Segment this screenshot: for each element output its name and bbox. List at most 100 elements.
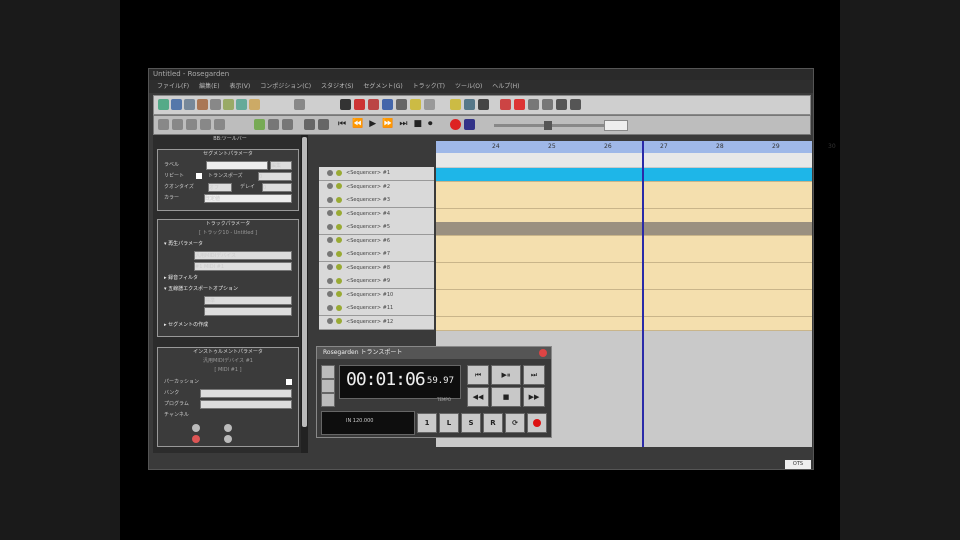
mixer-icon[interactable] xyxy=(500,99,511,110)
record-icon[interactable] xyxy=(336,291,342,297)
undo-icon[interactable] xyxy=(197,99,208,110)
matrix-icon[interactable] xyxy=(450,99,461,110)
zoom-slider-handle[interactable] xyxy=(544,121,552,130)
save-icon[interactable] xyxy=(184,99,195,110)
bar-ruler[interactable]: 24 25 26 27 28 29 30 xyxy=(436,141,836,153)
move-icon[interactable] xyxy=(382,99,393,110)
mute-icon[interactable] xyxy=(327,291,333,297)
rewind-button[interactable]: ◀◀ xyxy=(467,387,489,407)
resize-icon[interactable] xyxy=(396,99,407,110)
segment[interactable] xyxy=(436,276,812,290)
mute-icon[interactable] xyxy=(327,318,333,324)
play-button[interactable]: ▶⏸ xyxy=(491,365,521,385)
mute-icon[interactable] xyxy=(327,169,333,176)
record-icon[interactable] xyxy=(336,210,342,216)
segment[interactable] xyxy=(436,181,812,196)
record-icon[interactable] xyxy=(336,223,342,230)
segment[interactable] xyxy=(436,208,812,223)
zoom-icon[interactable] xyxy=(294,99,305,110)
staff-size-select[interactable]: 標準 xyxy=(204,296,292,305)
track-delete-icon[interactable] xyxy=(172,119,183,130)
plugin-icon[interactable] xyxy=(214,119,225,130)
track-row[interactable]: <Sequencer> #6 xyxy=(319,234,434,249)
panel-toggle-button[interactable] xyxy=(321,393,335,407)
eraser-icon[interactable] xyxy=(368,99,379,110)
track-row[interactable]: <Sequencer> #7 xyxy=(319,248,434,262)
mute-icon[interactable] xyxy=(327,264,333,270)
color-select[interactable]: 既定値 xyxy=(204,194,292,203)
loop-icon[interactable] xyxy=(282,119,293,130)
segment[interactable] xyxy=(436,303,812,317)
split-icon[interactable] xyxy=(410,99,421,110)
paste-icon[interactable] xyxy=(249,99,260,110)
open-icon[interactable] xyxy=(171,99,182,110)
mute-icon[interactable] xyxy=(327,223,333,230)
record-arm-icon[interactable] xyxy=(254,119,265,130)
copy-icon[interactable] xyxy=(236,99,247,110)
create-segment-toggle[interactable]: ▸ セグメントの作成 xyxy=(164,321,292,329)
segment[interactable] xyxy=(436,316,812,331)
record-icon[interactable] xyxy=(336,277,342,284)
mute-icon[interactable] xyxy=(318,119,329,130)
playback-position[interactable] xyxy=(642,141,644,447)
quantize-select[interactable]: オフ xyxy=(208,183,232,192)
time-display[interactable]: 00:01:06 59.97 xyxy=(339,365,461,399)
percussion-checkbox[interactable] xyxy=(286,379,292,385)
pencil-icon[interactable] xyxy=(354,99,365,110)
fast-forward-to-end-button[interactable]: ⏭ xyxy=(523,365,545,385)
record-icon[interactable] xyxy=(336,237,342,243)
menu-help[interactable]: ヘルプ(H) xyxy=(492,83,519,90)
transport-controls[interactable]: ⏮⏪▶⏩⏭■⏺ xyxy=(338,119,439,129)
track-row[interactable]: <Sequencer> #3 xyxy=(319,194,434,208)
studio-icon[interactable] xyxy=(570,99,581,110)
track-up-icon[interactable] xyxy=(186,119,197,130)
scrollbar-thumb[interactable] xyxy=(302,137,307,427)
record-button[interactable] xyxy=(527,413,547,433)
record-icon[interactable] xyxy=(336,250,342,257)
knob-icon[interactable] xyxy=(224,435,232,443)
pointer-icon[interactable] xyxy=(340,99,351,110)
panel-toggle-button[interactable] xyxy=(321,379,335,393)
track-row[interactable]: <Sequencer> #8 xyxy=(319,261,434,276)
close-icon[interactable] xyxy=(539,349,547,357)
record-icon[interactable] xyxy=(336,196,342,203)
track-down-icon[interactable] xyxy=(200,119,211,130)
record-icon[interactable] xyxy=(336,169,342,176)
list-icon[interactable] xyxy=(528,99,539,110)
track-row[interactable]: <Sequencer> #11 xyxy=(319,302,434,316)
segment[interactable] xyxy=(436,168,812,182)
panel-scrollbar[interactable] xyxy=(301,135,308,453)
record-icon[interactable] xyxy=(450,119,461,130)
track-row[interactable]: <Sequencer> #9 xyxy=(319,275,434,289)
transpose-select[interactable]: 0 xyxy=(258,172,292,181)
panic-button[interactable]: ⟳ xyxy=(505,413,525,433)
track-row[interactable]: <Sequencer> #1 xyxy=(319,167,434,181)
record-icon[interactable] xyxy=(336,183,342,189)
record-icon[interactable] xyxy=(336,304,342,311)
panel-toggle-button[interactable] xyxy=(321,365,335,379)
knob-icon[interactable] xyxy=(192,435,200,443)
program-select[interactable] xyxy=(200,400,292,409)
segment[interactable] xyxy=(436,249,812,263)
record-filter-toggle[interactable]: ▸ 録音フィルタ xyxy=(164,274,292,282)
instrument-select[interactable]: #1 MIDI #1 xyxy=(194,262,292,271)
segment[interactable] xyxy=(436,222,812,236)
knob-icon[interactable] xyxy=(224,424,232,432)
staff-export-toggle[interactable]: ▾ 五線譜エクスポートオプション xyxy=(164,285,292,293)
metronome-icon[interactable] xyxy=(268,119,279,130)
segment[interactable] xyxy=(436,262,812,277)
edit-button[interactable]: 編集 xyxy=(270,161,292,170)
zoom-value[interactable] xyxy=(604,120,628,131)
segment[interactable] xyxy=(436,235,812,250)
record-mode-button[interactable]: R xyxy=(483,413,503,433)
mute-icon[interactable] xyxy=(327,304,333,311)
notation-icon[interactable] xyxy=(464,99,475,110)
event-icon[interactable] xyxy=(556,99,567,110)
track-row[interactable]: <Sequencer> #4 xyxy=(319,207,434,222)
record-icon[interactable] xyxy=(336,318,342,324)
loop-start-button[interactable]: 1 xyxy=(417,413,437,433)
segment[interactable] xyxy=(436,195,812,209)
device-select[interactable]: 汎用MIDIデバイス xyxy=(194,251,292,260)
track-row[interactable]: <Sequencer> #12 xyxy=(319,315,434,330)
close-icon[interactable] xyxy=(514,99,525,110)
